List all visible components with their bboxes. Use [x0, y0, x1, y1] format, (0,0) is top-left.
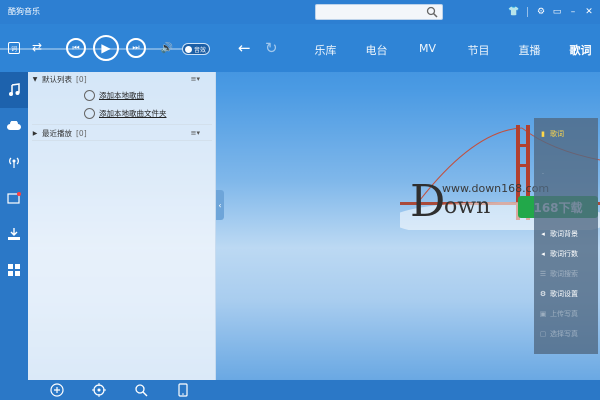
divider [32, 124, 212, 125]
sound-effect-toggle[interactable]: 音效 [182, 43, 210, 55]
gear-icon: ⚙ [539, 290, 547, 298]
lyrics-menu-item-choose-photo[interactable]: ▢ 选择写真 [534, 324, 598, 344]
skin-icon[interactable]: 👕 [507, 5, 521, 19]
lyrics-menu-item-search[interactable]: ☰ 歌词搜索 [534, 264, 598, 284]
add-icon[interactable] [50, 383, 64, 397]
playlist-name: 默认列表 [42, 74, 72, 84]
download-icon [8, 228, 20, 240]
playlist-count: [0] [76, 74, 87, 84]
add-local-folder-link[interactable]: 添加本地歌曲文件夹 [84, 106, 167, 120]
bottom-toolbar [0, 380, 600, 400]
playlist-menu-icon[interactable]: ≡▾ [191, 75, 200, 83]
divider [527, 7, 528, 17]
divider [32, 140, 212, 141]
minimize-button[interactable]: – [566, 5, 580, 19]
watermark-logo: D www.down168.com own [410, 176, 549, 227]
lyrics-desktop-icon[interactable]: 词 [8, 42, 20, 54]
back-arrow-icon[interactable]: ← [238, 39, 251, 57]
refresh-icon[interactable]: ↻ [265, 39, 278, 57]
close-button[interactable]: ✕ [582, 5, 596, 19]
playlist-default[interactable]: ▼ 默认列表 [0] ≡▾ [28, 72, 216, 86]
next-button[interactable]: ⏭ [126, 38, 146, 58]
lyrics-menu-item: · [534, 164, 598, 184]
blank-icon: · [541, 170, 545, 178]
collapse-triangle-icon[interactable]: ▼ [28, 76, 42, 83]
tab-shows[interactable]: 节目 [453, 42, 504, 58]
folder-circle-icon [84, 107, 95, 119]
apps-grid-icon [8, 264, 20, 276]
expand-triangle-icon[interactable]: ▶ [28, 130, 42, 137]
rail-item-music[interactable] [0, 72, 28, 108]
left-icon-rail [0, 72, 28, 380]
lyrics-menu-item-line-count[interactable]: ◂ 歌词行数 [534, 244, 598, 264]
rail-item-download[interactable] [0, 216, 28, 252]
toggle-knob [185, 45, 192, 53]
search-lyrics-icon: ☰ [539, 270, 547, 278]
rail-item-messages[interactable] [0, 180, 28, 216]
app-title: 酷狗音乐 [8, 7, 40, 16]
tab-radio[interactable]: 电台 [351, 42, 402, 58]
lyrics-menu-item-background[interactable]: ◂ 歌词背景 [534, 224, 598, 244]
tab-mv[interactable]: MV [402, 42, 453, 58]
search-icon[interactable] [426, 6, 438, 18]
playlist-count: [0] [76, 128, 87, 138]
panel-collapse-handle[interactable]: ‹ [216, 190, 224, 220]
tab-lyrics[interactable]: 歌词 [555, 42, 600, 58]
left-arrow-icon: ◂ [541, 250, 545, 258]
lyrics-menu-item-settings[interactable]: ⚙ 歌词设置 [534, 284, 598, 304]
search-input[interactable] [316, 5, 426, 19]
rail-item-radio[interactable] [0, 144, 28, 180]
main-nav-tabs: 乐库 电台 MV 节目 直播 歌词 [300, 42, 600, 58]
watermark-letter: D [410, 176, 446, 227]
tab-library[interactable]: 乐库 [300, 42, 351, 58]
playlist-recent[interactable]: ▶ 最近播放 [0] ≡▾ [28, 126, 216, 140]
search-box[interactable] [315, 4, 443, 20]
add-local-song-link[interactable]: 添加本地歌曲 [84, 88, 144, 102]
watermark-rest: own [444, 194, 491, 219]
settings-icon[interactable]: ⚙ [534, 5, 548, 19]
lyrics-icon: ▮ [541, 130, 545, 138]
playlist-menu-icon[interactable]: ≡▾ [191, 129, 200, 137]
upload-photo-icon: ▣ [539, 310, 547, 318]
lyrics-context-menu: ▮ 歌词 · ◂ 歌词背景 ◂ 歌词行数 ☰ 歌词搜索 ⚙ 歌词设置 ▣ 上传写… [534, 118, 598, 354]
radio-signal-icon [9, 157, 19, 168]
cloud-icon [7, 121, 21, 130]
lyrics-menu-item-upload-photo[interactable]: ▣ 上传写真 [534, 304, 598, 324]
left-arrow-icon: ◂ [541, 230, 545, 238]
add-local-folder-label: 添加本地歌曲文件夹 [99, 108, 167, 118]
mobile-icon[interactable] [176, 383, 190, 397]
rail-item-cloud[interactable] [0, 108, 28, 144]
tab-live[interactable]: 直播 [504, 42, 555, 58]
choose-photo-icon: ▢ [539, 330, 547, 338]
lyrics-menu-item-lyrics[interactable]: ▮ 歌词 [534, 124, 598, 144]
mini-mode-icon[interactable]: ▭ [550, 5, 564, 19]
music-circle-icon [84, 89, 95, 101]
playlist-panel: ▼ 默认列表 [0] ≡▾ 添加本地歌曲 添加本地歌曲文件夹 ▶ 最近播放 [0… [28, 72, 216, 380]
locate-icon[interactable] [92, 383, 106, 397]
search-icon[interactable] [134, 383, 148, 397]
title-bar: 酷狗音乐 👕 ⚙ ▭ – ✕ [0, 0, 600, 24]
play-button[interactable]: ▶ [93, 35, 119, 61]
rail-item-apps[interactable] [0, 252, 28, 288]
playlist-name: 最近播放 [42, 128, 72, 138]
volume-icon[interactable]: 🔊 [160, 41, 174, 55]
toggle-label: 音效 [194, 46, 207, 54]
shuffle-icon[interactable]: ⇄ [30, 40, 44, 54]
previous-button[interactable]: ⏮ [66, 38, 86, 58]
music-note-icon [9, 83, 20, 96]
add-local-song-label: 添加本地歌曲 [99, 90, 144, 100]
message-icon [7, 192, 21, 204]
